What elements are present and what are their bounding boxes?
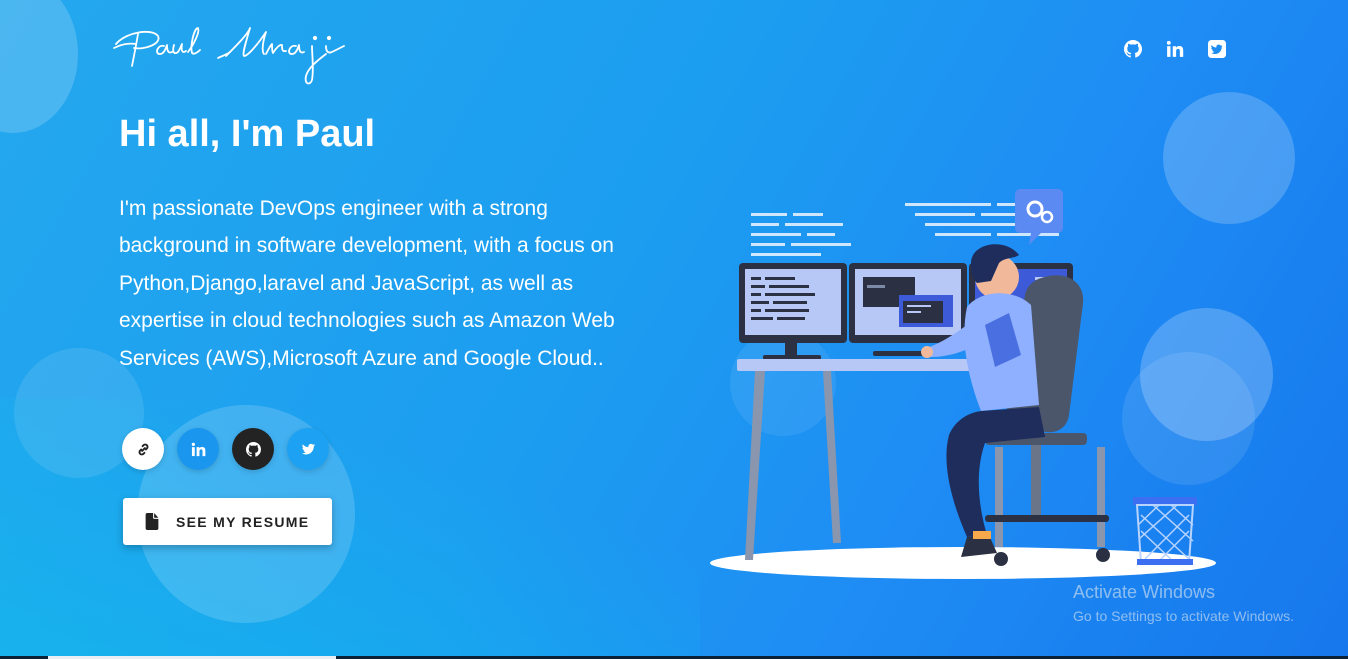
website-link-button[interactable] [122, 428, 164, 470]
activate-windows-watermark: Activate Windows Go to Settings to activ… [1073, 582, 1294, 624]
github-link-button[interactable] [232, 428, 274, 470]
header-twitter-link[interactable] [1196, 39, 1238, 59]
twitter-link-button[interactable] [287, 428, 329, 470]
hero-greeting: Hi all, I'm Paul [119, 113, 376, 155]
twitter-icon [301, 443, 315, 454]
hero-intro: I'm passionate DevOps engineer with a st… [119, 197, 615, 370]
watermark-subtitle: Go to Settings to activate Windows. [1073, 608, 1294, 624]
twitter-icon [1208, 40, 1226, 58]
document-icon [145, 513, 159, 530]
header-github-link[interactable] [1112, 39, 1154, 59]
linkedin-icon [1166, 40, 1184, 57]
header-social-links [1112, 39, 1238, 59]
github-icon [1124, 40, 1142, 58]
github-icon [245, 441, 261, 457]
signature-logo[interactable] [112, 22, 348, 88]
see-resume-button[interactable]: SEE MY RESUME [123, 498, 332, 545]
link-icon [138, 443, 148, 455]
linkedin-link-button[interactable] [177, 428, 219, 470]
watermark-title: Activate Windows [1073, 582, 1216, 602]
header-linkedin-link[interactable] [1154, 39, 1196, 59]
see-resume-label: SEE MY RESUME [176, 513, 310, 530]
decorative-bubble [0, 0, 78, 133]
hero-social-links [122, 428, 329, 470]
developer-illustration [710, 189, 1216, 579]
linkedin-icon [191, 442, 205, 456]
